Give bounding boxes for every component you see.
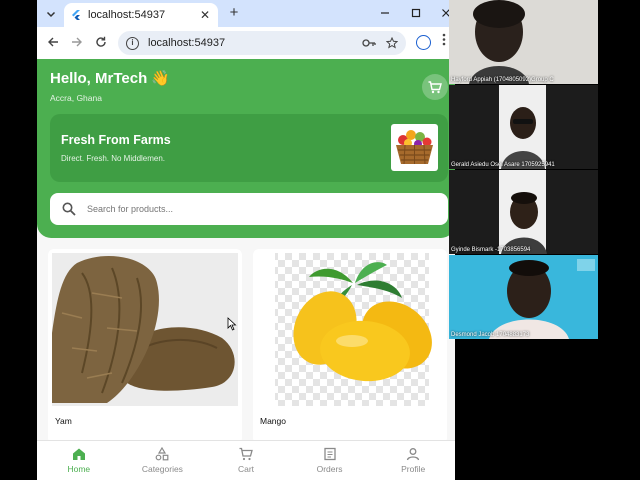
tab-title: localhost:54937 [88,9,166,21]
yam-icon [52,253,238,406]
product-name: Mango [260,416,286,426]
app-header: Hello, MrTech 👋 Accra, Ghana Fresh From … [37,59,455,238]
nav-label: Cart [237,464,255,474]
browser-tab[interactable]: localhost:54937 ✕ [64,3,218,27]
app-viewport: Hello, MrTech 👋 Accra, Ghana Fresh From … [37,59,455,480]
reload-button[interactable] [91,33,111,53]
greeting-text: Hello, MrTech 👋 [50,70,171,87]
nav-home[interactable]: Home [37,441,121,480]
nav-categories[interactable]: Categories [121,441,205,480]
back-button[interactable] [43,33,63,53]
mango-icon [275,253,432,406]
arrow-right-icon [72,37,82,47]
search-bar[interactable] [50,193,448,225]
search-input[interactable] [87,204,436,214]
video-tile-gyinde[interactable]: Gyinde Bismark -1703856594 [449,170,598,254]
header-cart-button[interactable] [422,74,448,100]
participant-video [449,0,598,84]
browser-menu-icon[interactable] [442,33,446,49]
search-icon [62,202,76,216]
profile-icon [407,448,420,461]
product-card-mango[interactable]: Mango [253,249,447,444]
categories-icon [155,447,169,461]
cart-icon [428,80,442,93]
bookmark-star-icon[interactable] [386,37,398,49]
nav-label: Orders [316,464,343,474]
video-tile-desmond[interactable]: Desmond Jacob 1704883173 [449,255,598,339]
tab-strip: localhost:54937 ✕ + [37,0,455,27]
banner-subtitle: Direct. Fresh. No Middlemen. [61,154,166,163]
participant-name: Gyinde Bismark -1703856594 [451,247,531,253]
participant-name: Desmond Jacob 1704883173 [451,332,530,338]
orders-icon [323,447,336,461]
maximize-icon [411,8,421,18]
participant-name: Gerald Asiedu Osei Asare 1705925941 [451,162,555,168]
nav-profile[interactable]: Profile [371,441,455,480]
screen: localhost:54937 ✕ + i localhost:54937 He… [0,0,640,480]
promo-banner[interactable]: Fresh From Farms Direct. Fresh. No Middl… [50,114,448,182]
chevron-down-icon [46,11,56,18]
password-key-icon[interactable] [362,38,376,48]
browser-window: localhost:54937 ✕ + i localhost:54937 He… [37,0,455,480]
yam-image [52,253,238,406]
minimize-icon [381,12,389,14]
bottom-navigation: Home Categories Cart Orders Profile [37,440,455,480]
banner-title: Fresh From Farms [61,133,171,147]
close-tab-icon[interactable]: ✕ [198,8,212,22]
cart-icon [239,447,253,461]
kebab-menu-icon [442,33,446,46]
home-icon [72,448,85,460]
flutter-icon [72,10,80,20]
video-tile-hayford[interactable]: Hayford Appiah (1704805092)Group C [449,0,598,84]
minimize-button[interactable] [376,5,394,23]
browser-toolbar: i localhost:54937 [37,27,455,59]
new-tab-button[interactable]: + [225,4,243,22]
product-card-yam[interactable]: Yam [48,249,242,444]
video-tile-gerald[interactable]: Gerald Asiedu Osei Asare 1705925941 [449,85,598,169]
nav-orders[interactable]: Orders [288,441,372,480]
fruit-basket-icon [396,130,433,165]
nav-cart[interactable]: Cart [204,441,288,480]
arrow-left-icon [48,37,58,47]
reload-icon [96,36,106,47]
nav-label: Profile [401,464,426,474]
mouse-cursor-icon [227,317,237,331]
participant-video [449,255,598,339]
nav-label: Categories [141,464,183,474]
maximize-button[interactable] [407,5,425,23]
profile-avatar-icon[interactable] [416,35,431,50]
nav-label: Home [67,464,91,474]
product-name: Yam [55,416,72,426]
mango-image [257,253,443,406]
participant-video [449,85,598,169]
tab-search-button[interactable] [42,5,60,23]
address-bar[interactable]: i localhost:54937 [118,31,406,55]
site-info-icon[interactable]: i [126,36,139,50]
participant-video [449,170,598,254]
participant-name: Hayford Appiah (1704805092)Group C [451,77,554,83]
produce-basket-image [391,124,438,171]
location-text: Accra, Ghana [50,93,102,103]
forward-button[interactable] [67,33,87,53]
url-text: localhost:54937 [148,37,226,49]
